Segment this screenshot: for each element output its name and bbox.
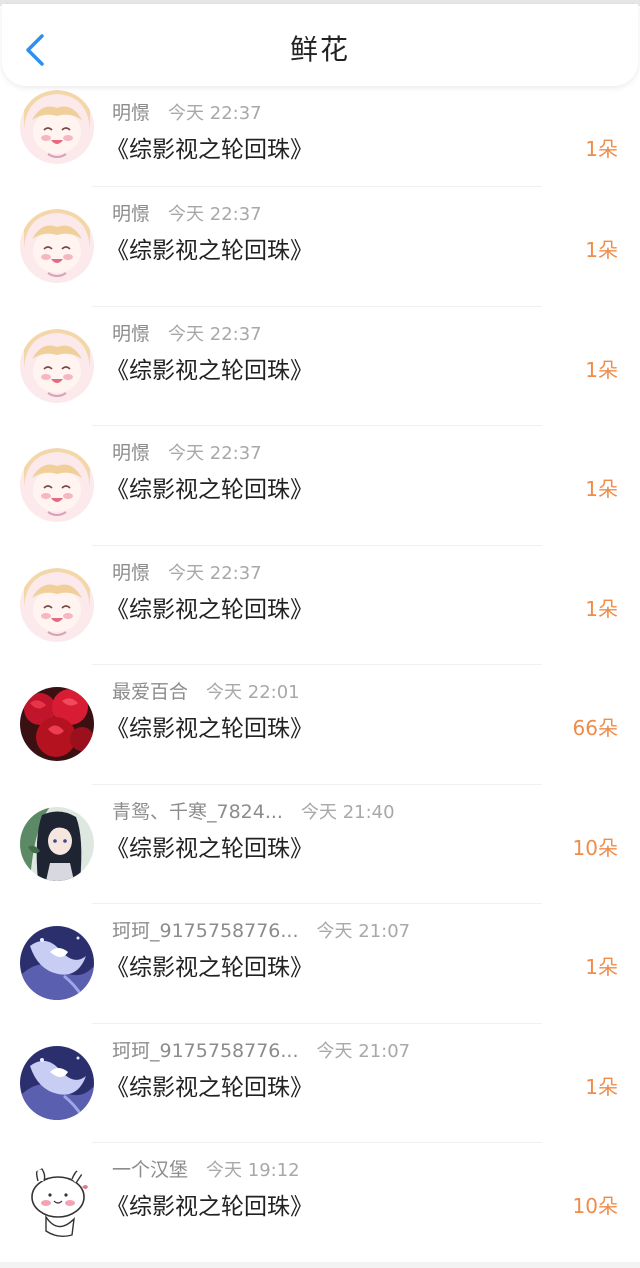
list-item[interactable]: 明憬 今天 22:37 《综影视之轮回珠》 1朵	[0, 426, 640, 546]
book-title[interactable]: 《综影视之轮回珠》	[106, 948, 313, 982]
book-title[interactable]: 《综影视之轮回珠》	[106, 130, 313, 164]
timestamp: 今天 22:37	[168, 443, 262, 464]
user-name[interactable]: 明憬	[112, 98, 150, 125]
timestamp: 今天 22:01	[206, 682, 300, 703]
page-title: 鲜花	[289, 33, 350, 66]
book-title[interactable]: 《综影视之轮回珠》	[106, 351, 313, 385]
list-item[interactable]: 珂珂_9175758776... 今天 21:07 《综影视之轮回珠》 1朵	[0, 1024, 640, 1143]
bottom-edge	[0, 1262, 640, 1268]
avatar[interactable]	[20, 90, 94, 164]
flower-count: 10朵	[572, 835, 618, 860]
avatar[interactable]	[20, 1045, 94, 1120]
user-name[interactable]: 珂珂_9175758776...	[112, 1036, 299, 1063]
timestamp: 今天 22:37	[168, 562, 262, 584]
user-name[interactable]: 珂珂_9175758776...	[112, 916, 299, 943]
list-item[interactable]: 最爱百合 今天 22:01 《综影视之轮回珠》 66朵	[0, 665, 640, 785]
book-title[interactable]: 《综影视之轮回珠》	[106, 1068, 313, 1102]
avatar[interactable]	[20, 448, 94, 522]
user-name[interactable]: 一个汉堡	[112, 1155, 188, 1182]
flower-count: 1朵	[585, 1074, 618, 1099]
timestamp: 今天 21:40	[300, 801, 395, 823]
book-title[interactable]: 《综影视之轮回珠》	[106, 1187, 313, 1221]
user-name[interactable]: 明憬	[112, 438, 150, 465]
timestamp: 今天 22:37	[168, 323, 262, 345]
book-title[interactable]: 《综影视之轮回珠》	[106, 709, 313, 743]
book-title[interactable]: 《综影视之轮回珠》	[106, 829, 313, 863]
list-item[interactable]: 明憬 今天 22:37 《综影视之轮回珠》 1朵	[0, 546, 640, 665]
list-item[interactable]: 一个汉堡 今天 19:12 《综影视之轮回珠》 10朵	[0, 1143, 640, 1263]
timestamp: 今天 22:37	[168, 103, 262, 124]
user-name[interactable]: 最爱百合	[112, 677, 188, 704]
book-title[interactable]: 《综影视之轮回珠》	[106, 231, 313, 265]
list-item[interactable]: 明憬 今天 22:37 《综影视之轮回珠》 1朵	[0, 187, 640, 307]
flower-count: 1朵	[585, 477, 618, 501]
user-name[interactable]: 明憬	[112, 558, 150, 585]
avatar[interactable]	[20, 806, 94, 881]
flower-count: 10朵	[572, 1194, 618, 1218]
book-title[interactable]: 《综影视之轮回珠》	[106, 590, 313, 624]
avatar[interactable]	[20, 1165, 94, 1239]
list-item[interactable]: 青鸳、千寒_7824... 今天 21:40 《综影视之轮回珠》 10朵	[0, 785, 640, 904]
avatar[interactable]	[20, 328, 94, 403]
user-name[interactable]: 明憬	[112, 319, 150, 346]
list-item[interactable]: 明憬 今天 22:37 《综影视之轮回珠》 1朵	[0, 88, 640, 187]
list-item[interactable]: 明憬 今天 22:37 《综影视之轮回珠》 1朵	[0, 307, 640, 426]
flower-count: 66朵	[572, 716, 618, 740]
timestamp: 今天 21:07	[316, 1040, 411, 1062]
user-name[interactable]: 青鸳、千寒_7824...	[112, 797, 283, 824]
flower-count: 1朵	[585, 357, 618, 382]
flower-list: 明憬 今天 22:37 《综影视之轮回珠》 1朵 明憬 今天 22:37 《综影视之…	[0, 88, 640, 1263]
header-bar: 鲜花	[2, 4, 638, 86]
flower-count: 1朵	[585, 955, 618, 979]
avatar[interactable]	[20, 567, 94, 642]
timestamp: 今天 19:12	[206, 1160, 300, 1181]
book-title[interactable]: 《综影视之轮回珠》	[106, 470, 313, 504]
flower-count: 1朵	[585, 596, 618, 621]
avatar[interactable]	[20, 209, 94, 283]
timestamp: 今天 22:37	[168, 204, 262, 225]
list-item[interactable]: 珂珂_9175758776... 今天 21:07 《综影视之轮回珠》 1朵	[0, 904, 640, 1024]
avatar[interactable]	[20, 687, 94, 761]
avatar[interactable]	[20, 926, 94, 1000]
flower-count: 1朵	[585, 137, 618, 161]
flower-count: 1朵	[585, 238, 618, 262]
user-name[interactable]: 明憬	[112, 199, 150, 226]
timestamp: 今天 21:07	[316, 921, 411, 942]
